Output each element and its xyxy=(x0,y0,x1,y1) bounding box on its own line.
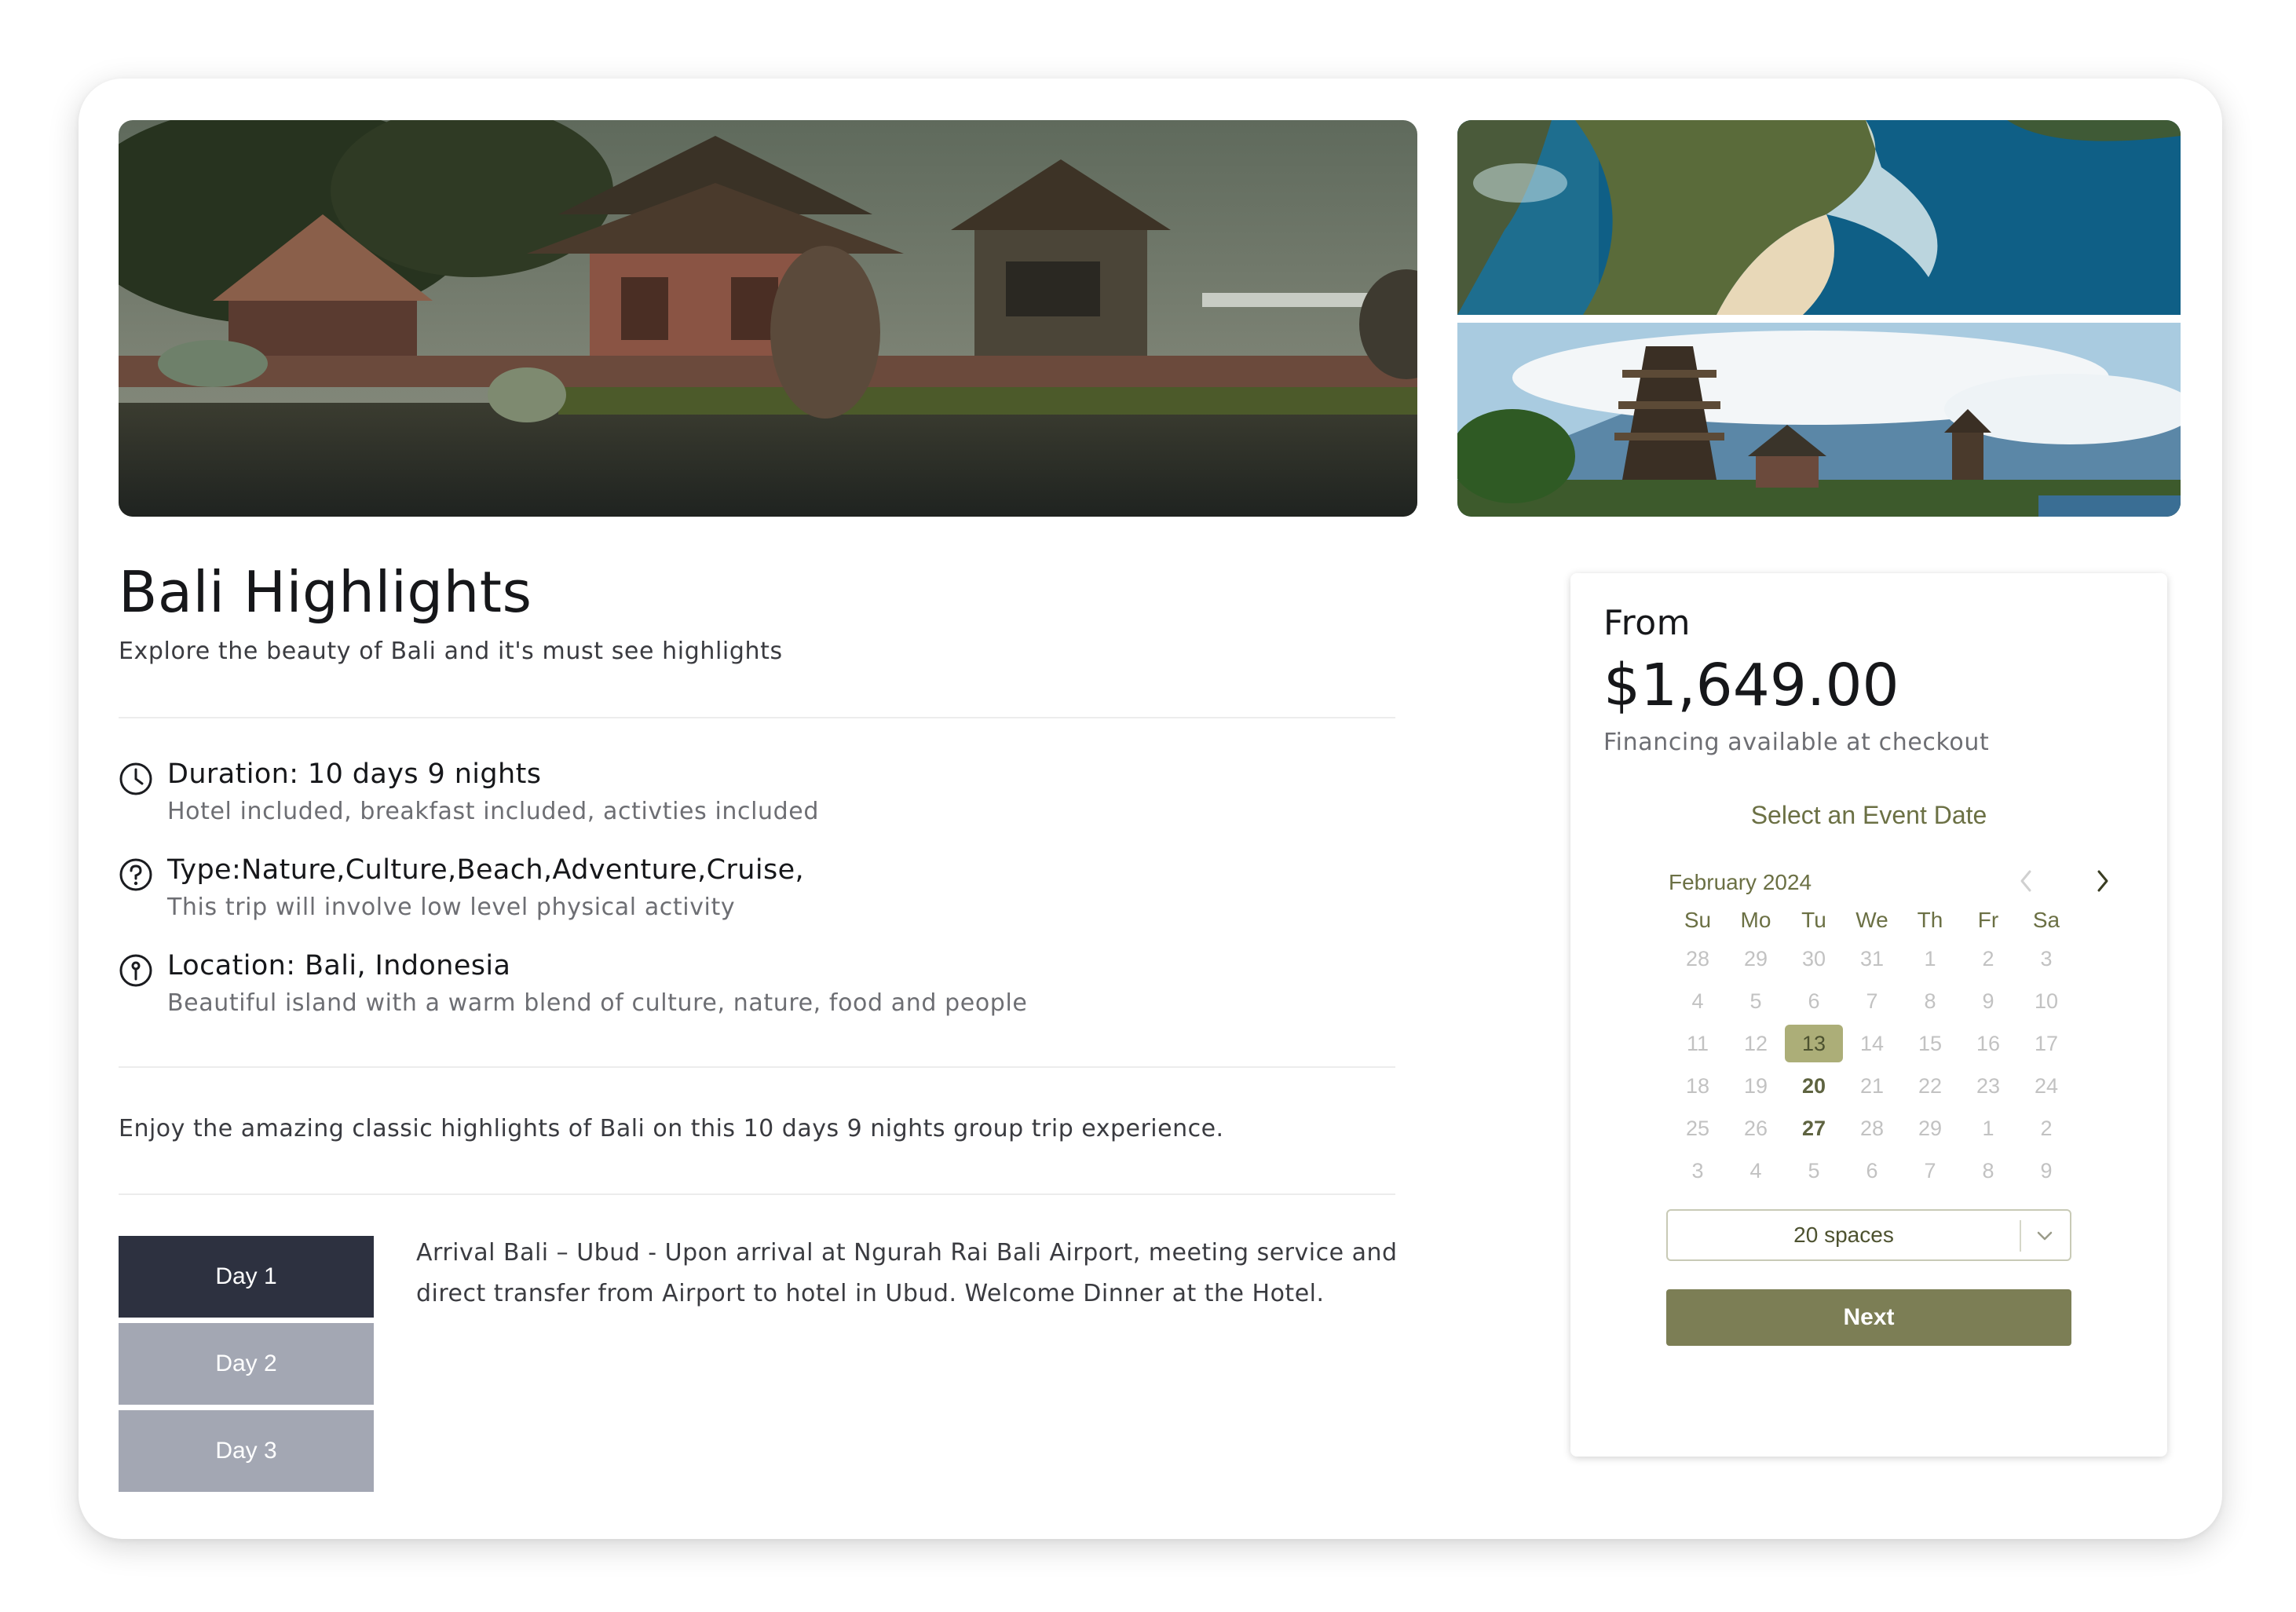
chevron-down-icon xyxy=(2031,1223,2059,1248)
calendar-day: 4 xyxy=(1691,989,1704,1013)
feature-subtitle: This trip will involve low level physica… xyxy=(167,894,736,921)
calendar-day: 29 xyxy=(1743,946,1768,970)
tab-day-3[interactable]: Day 3 xyxy=(119,1410,374,1492)
calendar-day: 6 xyxy=(1808,989,1820,1013)
tour-card: Bali Highlights Explore the beauty of Ba… xyxy=(79,79,2222,1539)
weekday-label: Fr xyxy=(1977,908,1999,932)
select-divider xyxy=(2020,1220,2021,1252)
calendar-month: February 2024 xyxy=(1669,870,1812,894)
temple-lake-image xyxy=(119,120,1417,517)
pagoda-mountain-image xyxy=(1457,323,2181,517)
weekday-header: Su Mo Tu We Th Fr Sa xyxy=(1669,903,2075,938)
weekday-label: Mo xyxy=(1740,908,1771,932)
coast-cliff-image xyxy=(1457,120,2181,315)
spaces-value: 20 spaces xyxy=(1793,1223,1894,1247)
calendar-day: 1 xyxy=(1982,1116,1994,1140)
calendar-day: 19 xyxy=(1743,1073,1768,1098)
tab-day-1[interactable]: Day 1 xyxy=(119,1236,374,1318)
weekday-label: Th xyxy=(1917,908,1943,932)
calendar-week: 25 26 27 28 29 1 2 xyxy=(1669,1107,2075,1150)
prev-month-button[interactable] xyxy=(2010,864,2042,898)
calendar-day-available[interactable]: 20 xyxy=(1785,1065,1843,1107)
page-subtitle: Explore the beauty of Bali and it's must… xyxy=(119,638,783,665)
calendar-day: 24 xyxy=(2034,1073,2059,1098)
calendar-day: 18 xyxy=(1685,1073,1710,1098)
calendar-week: 18 19 20 21 22 23 24 xyxy=(1669,1065,2075,1107)
selected-day-number: 13 xyxy=(1785,1025,1843,1062)
calendar-day: 4 xyxy=(1749,1158,1762,1182)
weekday-label: Tu xyxy=(1801,908,1826,932)
question-icon xyxy=(119,857,153,892)
calendar-day: 30 xyxy=(1801,946,1826,970)
select-date-heading: Select an Event Date xyxy=(1750,801,1987,829)
booking-panel: From $1,649.00 Financing available at ch… xyxy=(1570,573,2167,1457)
calendar-day-available[interactable]: 27 xyxy=(1785,1107,1843,1150)
calendar-day: 9 xyxy=(1982,989,1994,1013)
feature-title: Duration: 10 days 9 nights xyxy=(167,758,542,790)
tab-day-2[interactable]: Day 2 xyxy=(119,1323,374,1405)
feature-title: Type:Nature,Culture,Beach,Adventure,Crui… xyxy=(167,854,805,886)
feature-subtitle: Beautiful island with a warm blend of cu… xyxy=(167,989,1028,1017)
weekday-label: Sa xyxy=(2032,908,2060,932)
next-button[interactable]: Next xyxy=(1666,1289,2071,1346)
calendar-day: 29 xyxy=(1918,1116,1943,1140)
calendar-day: 5 xyxy=(1749,989,1762,1013)
calendar-day: 16 xyxy=(1976,1031,2001,1055)
calendar-day: 8 xyxy=(1982,1158,1994,1182)
calendar-grid: Su Mo Tu We Th Fr Sa 28 29 30 31 1 2 3 4 5 6 7 8 9 10 11 12 13… xyxy=(1669,903,2075,1192)
calendar-day: 7 xyxy=(1866,989,1878,1013)
financing-note: Financing available at checkout xyxy=(1603,729,1990,756)
weekday-label: Su xyxy=(1684,908,1712,932)
divider xyxy=(119,1066,1395,1068)
calendar-day: 5 xyxy=(1808,1158,1820,1182)
tour-description: Enjoy the amazing classic highlights of … xyxy=(119,1115,1224,1142)
calendar-day: 17 xyxy=(2034,1031,2059,1055)
divider xyxy=(119,717,1395,718)
calendar-day: 14 xyxy=(1859,1031,1885,1055)
calendar-day: 28 xyxy=(1859,1116,1885,1140)
price: $1,649.00 xyxy=(1603,652,1899,719)
calendar-day: 21 xyxy=(1859,1073,1885,1098)
feature-subtitle: Hotel included, breakfast included, acti… xyxy=(167,798,820,825)
info-icon xyxy=(119,953,153,988)
divider xyxy=(119,1193,1395,1195)
page-title: Bali Highlights xyxy=(119,559,532,625)
calendar-day: 28 xyxy=(1685,946,1710,970)
calendar-day: 9 xyxy=(2040,1158,2053,1182)
next-month-button[interactable] xyxy=(2087,864,2119,898)
calendar-week: 11 12 13 14 15 16 17 xyxy=(1669,1022,2075,1065)
weekday-label: We xyxy=(1855,908,1888,932)
chevron-left-icon xyxy=(2020,870,2031,892)
calendar-day: 26 xyxy=(1743,1116,1768,1140)
calendar-day: 31 xyxy=(1859,946,1885,970)
day-description: Arrival Bali – Ubud - Upon arrival at Ng… xyxy=(416,1239,1398,1307)
spaces-select[interactable]: 20 spaces xyxy=(1666,1209,2071,1261)
calendar-day: 6 xyxy=(1866,1158,1878,1182)
from-label: From xyxy=(1603,603,1691,643)
feature-title: Location: Bali, Indonesia xyxy=(167,950,511,981)
calendar-week: 4 5 6 7 8 9 10 xyxy=(1669,980,2075,1022)
calendar-day: 8 xyxy=(1924,989,1936,1013)
calendar-day: 7 xyxy=(1924,1158,1936,1182)
clock-icon xyxy=(119,762,153,796)
calendar-day: 1 xyxy=(1924,946,1936,970)
calendar-day-selected[interactable]: 13 xyxy=(1785,1022,1843,1065)
calendar-day: 12 xyxy=(1743,1031,1768,1055)
calendar-day: 23 xyxy=(1976,1073,2001,1098)
calendar-day: 15 xyxy=(1918,1031,1943,1055)
calendar-day: 2 xyxy=(1982,946,1994,970)
calendar-day: 25 xyxy=(1685,1116,1710,1140)
calendar-day: 3 xyxy=(2040,946,2053,970)
calendar-day: 11 xyxy=(1686,1031,1709,1055)
calendar-day: 2 xyxy=(2040,1116,2053,1140)
calendar-week: 3 4 5 6 7 8 9 xyxy=(1669,1150,2075,1192)
calendar-day: 10 xyxy=(2034,989,2059,1013)
calendar-day: 3 xyxy=(1691,1158,1704,1182)
calendar-week: 28 29 30 31 1 2 3 xyxy=(1669,938,2075,980)
chevron-right-icon xyxy=(2097,870,2108,892)
calendar-day: 22 xyxy=(1918,1073,1943,1098)
